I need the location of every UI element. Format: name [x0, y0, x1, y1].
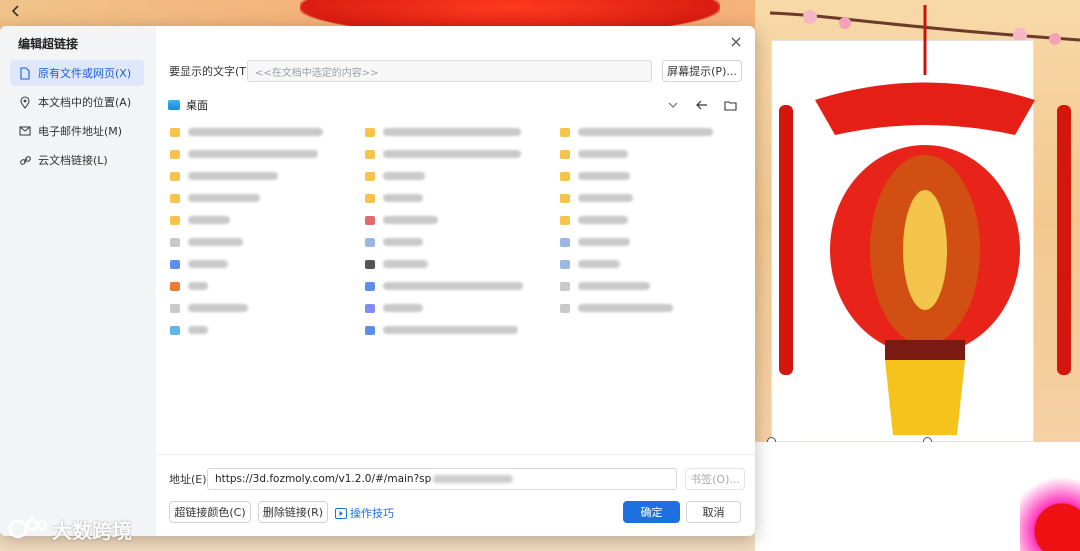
- display-text-label: 要显示的文字(T): [169, 65, 251, 78]
- nav-item-label: 云文档链接(L): [38, 154, 108, 167]
- file-item[interactable]: [560, 190, 633, 206]
- play-icon: [335, 507, 347, 519]
- file-item[interactable]: [365, 190, 423, 206]
- cancel-button[interactable]: 取消: [686, 501, 741, 523]
- screen-tip-button[interactable]: 屏幕提示(P)...: [662, 60, 742, 82]
- divider: [156, 454, 755, 455]
- bookmark-button[interactable]: 书签(O)...: [685, 468, 745, 490]
- nav-item-label: 电子邮件地址(M): [38, 125, 123, 138]
- corner-decoration: [1020, 451, 1080, 551]
- file-item[interactable]: [560, 278, 650, 294]
- address-label: 地址(E): [169, 473, 207, 486]
- dialog-footer: 超链接颜色(C) 删除链接(R) 操作技巧 确定 取消: [169, 501, 745, 525]
- watermark-text: 大数跨境: [52, 518, 132, 543]
- desktop-folder-icon: [168, 100, 180, 110]
- remove-link-button[interactable]: 删除链接(R): [258, 501, 328, 523]
- file-item[interactable]: [365, 278, 523, 294]
- nav-item-place-in-document[interactable]: 本文档中的位置(A): [10, 89, 144, 115]
- nav-item-cloud-document-link[interactable]: 云文档链接(L): [10, 147, 144, 173]
- watermark-logo-icon: [8, 518, 48, 539]
- display-text-row: 要显示的文字(T) <<在文档中选定的内容>> 屏幕提示(P)...: [169, 60, 745, 82]
- mail-icon: [18, 124, 32, 138]
- file-browser-list[interactable]: [160, 120, 750, 450]
- file-item[interactable]: [170, 146, 318, 162]
- file-item[interactable]: [170, 124, 323, 140]
- file-item[interactable]: [560, 234, 630, 250]
- display-text-placeholder: <<在文档中选定的内容>>: [255, 67, 379, 79]
- tips-label: 操作技巧: [350, 507, 394, 520]
- file-item[interactable]: [560, 212, 628, 228]
- file-item[interactable]: [365, 256, 428, 272]
- redacted-text: [433, 475, 514, 483]
- file-item[interactable]: [365, 124, 521, 140]
- file-item[interactable]: [365, 322, 518, 338]
- watermark: 大数跨境: [8, 512, 132, 546]
- nav-item-label: 原有文件或网页(X): [38, 67, 132, 80]
- file-item[interactable]: [560, 256, 620, 272]
- address-row: 地址(E) https://3d.fozmoly.com/v1.2.0/#/ma…: [169, 468, 745, 490]
- back-arrow-icon[interactable]: [8, 3, 28, 23]
- open-folder-icon[interactable]: [716, 100, 744, 111]
- file-item[interactable]: [170, 190, 260, 206]
- chevron-down-icon[interactable]: [664, 102, 682, 108]
- file-item[interactable]: [170, 256, 228, 272]
- file-item[interactable]: [365, 168, 425, 184]
- file-item[interactable]: [560, 300, 673, 316]
- edit-hyperlink-dialog: 编辑超链接 原有文件或网页(X) 本文档中的位置(A) 电子邮件地址(M) 云文…: [0, 26, 755, 536]
- file-item[interactable]: [170, 212, 230, 228]
- close-icon[interactable]: [729, 35, 743, 49]
- address-input[interactable]: https://3d.fozmoly.com/v1.2.0/#/main?sp: [207, 468, 677, 490]
- dialog-title: 编辑超链接: [18, 37, 79, 51]
- link-icon: [18, 153, 32, 167]
- file-item[interactable]: [170, 322, 208, 338]
- file-item[interactable]: [170, 168, 278, 184]
- ok-button[interactable]: 确定: [623, 501, 680, 523]
- current-folder-label: 桌面: [186, 99, 208, 112]
- file-item[interactable]: [365, 212, 438, 228]
- file-icon: [18, 66, 32, 80]
- file-item[interactable]: [365, 300, 423, 316]
- file-item[interactable]: [560, 124, 713, 140]
- link-type-nav: 原有文件或网页(X) 本文档中的位置(A) 电子邮件地址(M) 云文档链接(L): [10, 60, 144, 176]
- file-item[interactable]: [365, 146, 521, 162]
- file-item[interactable]: [170, 300, 248, 316]
- display-text-input[interactable]: <<在文档中选定的内容>>: [247, 60, 652, 82]
- file-item[interactable]: [365, 234, 423, 250]
- nav-item-existing-file-or-web-page[interactable]: 原有文件或网页(X): [10, 60, 144, 86]
- file-item[interactable]: [170, 234, 243, 250]
- folder-path-row[interactable]: 桌面: [164, 93, 744, 117]
- back-arrow-icon[interactable]: [688, 100, 716, 110]
- red-lantern-image[interactable]: [775, 5, 1075, 445]
- tips-link[interactable]: 操作技巧: [335, 505, 394, 521]
- file-item[interactable]: [170, 278, 208, 294]
- location-pin-icon: [18, 95, 32, 109]
- nav-item-label: 本文档中的位置(A): [38, 96, 132, 109]
- nav-item-email-address[interactable]: 电子邮件地址(M): [10, 118, 144, 144]
- link-color-button[interactable]: 超链接颜色(C): [169, 501, 251, 523]
- file-item[interactable]: [560, 168, 630, 184]
- file-item[interactable]: [560, 146, 628, 162]
- address-value: https://3d.fozmoly.com/v1.2.0/#/main?sp: [215, 473, 432, 485]
